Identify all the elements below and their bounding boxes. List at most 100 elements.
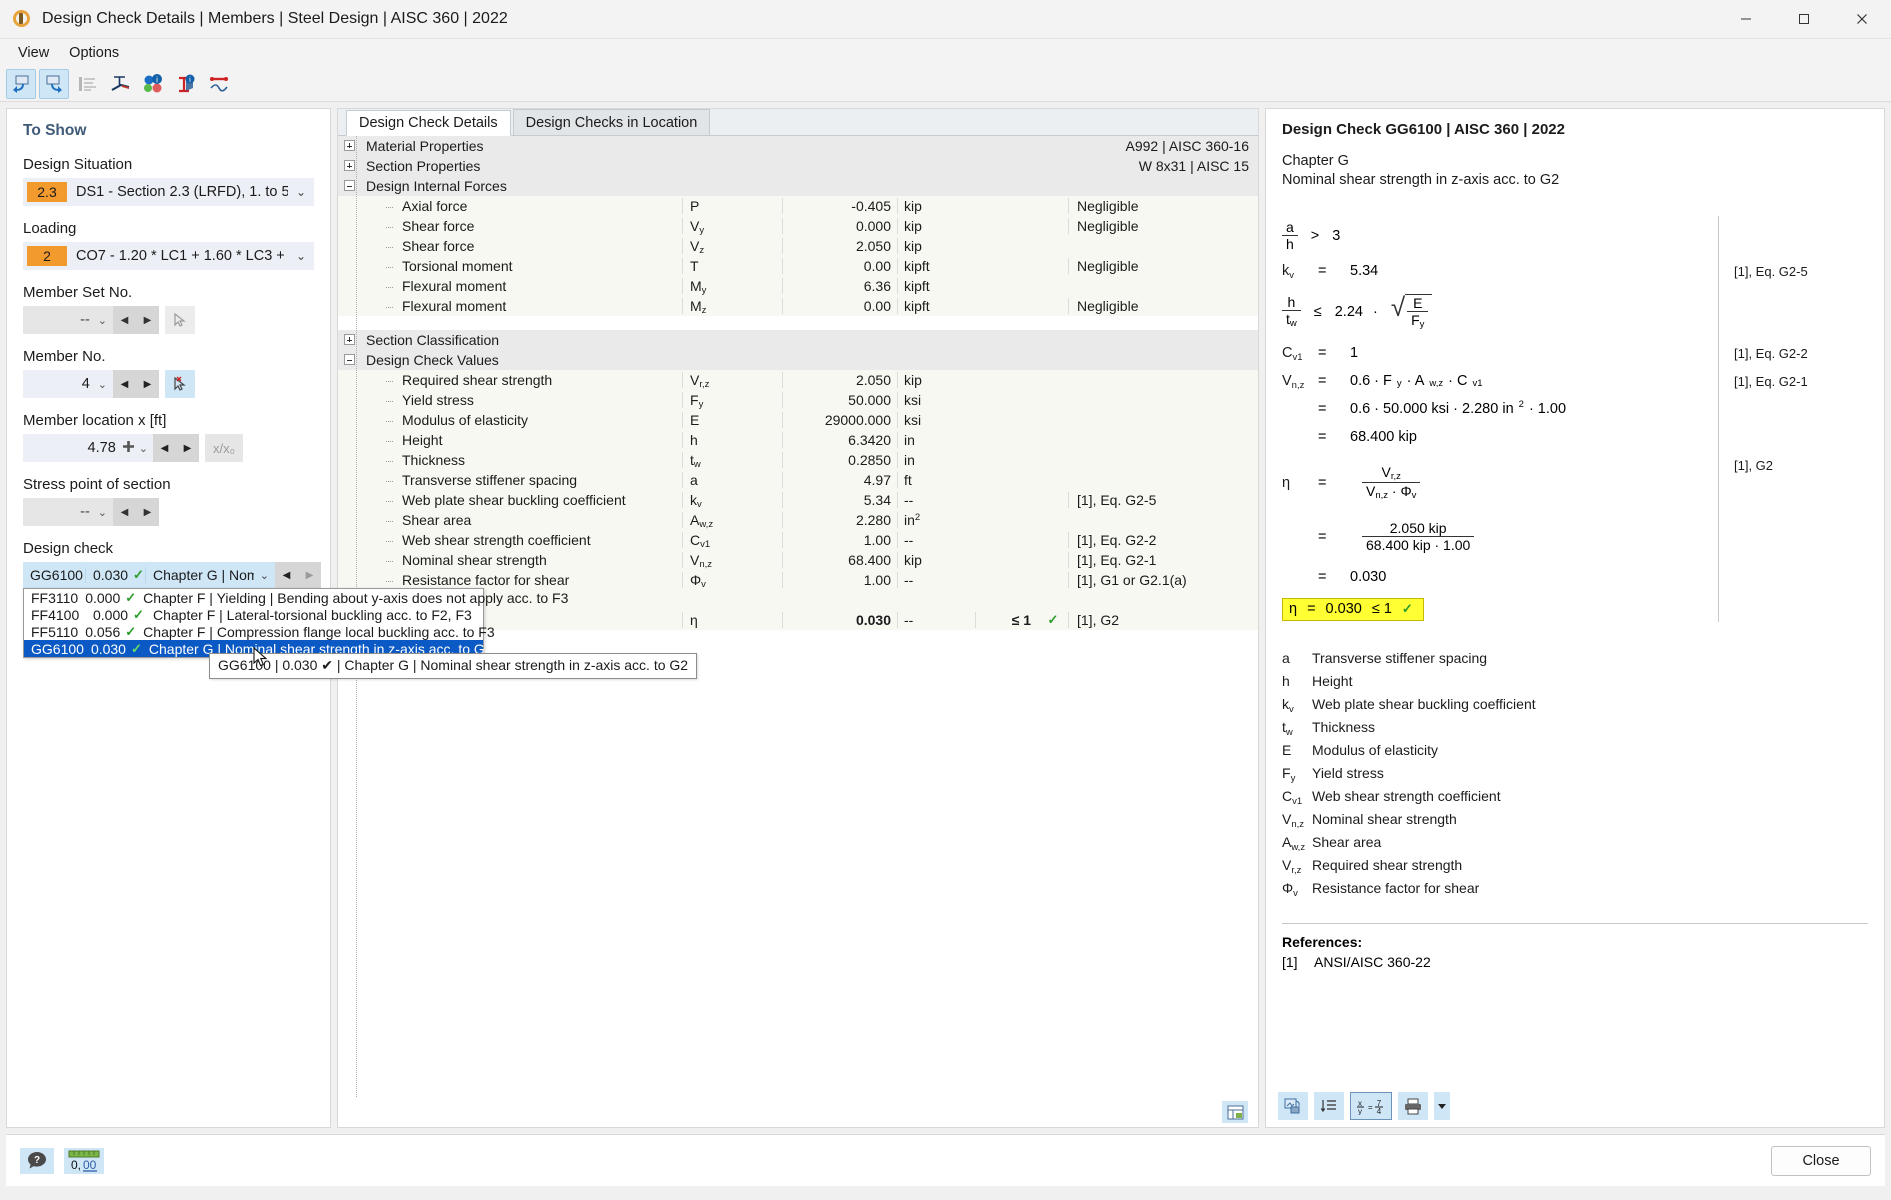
minimize-icon[interactable] <box>1717 0 1775 39</box>
diagram-icon[interactable] <box>204 69 234 99</box>
formula-content: Design Check GG6100 | AISC 360 | 2022 Ch… <box>1266 121 1884 1085</box>
tab-design-check-details[interactable]: Design Check Details <box>346 110 511 136</box>
table-row[interactable]: Shear area Aw,z 2.280 in2 <box>338 510 1258 530</box>
detail-list-icon[interactable] <box>72 69 102 99</box>
close-icon[interactable] <box>1833 0 1891 39</box>
member-set-combo[interactable]: -- ⌄ <box>23 306 113 334</box>
table-row[interactable]: Web shear strength coefficient Cv1 1.00 … <box>338 530 1258 550</box>
design-situation-label: Design Situation <box>23 156 133 173</box>
table-row[interactable]: Thickness tw 0.2850 in <box>338 450 1258 470</box>
member-no-pick-icon[interactable] <box>165 370 195 398</box>
member-no-next-button[interactable]: ▶ <box>136 370 159 398</box>
design-check-combo[interactable]: GG6100 0.030 ✓ Chapter G | Nomi... ⌄ <box>23 562 275 588</box>
member-location-value: 4.78 <box>87 440 116 456</box>
tree-group-row[interactable]: Design Check Values <box>338 350 1258 370</box>
print-dropdown-icon[interactable] <box>1434 1092 1450 1120</box>
member-no-prev-button[interactable]: ◀ <box>113 370 136 398</box>
option-ratio: 0.000 <box>85 589 121 606</box>
row-label: Web plate shear buckling coefficient <box>360 492 682 508</box>
help-icon[interactable]: ? <box>20 1147 54 1174</box>
member-no-label: Member No. <box>23 348 106 365</box>
equals-sign: = <box>1318 475 1327 491</box>
units-icon[interactable]: 0, 00 <box>64 1147 104 1174</box>
next-view-icon[interactable] <box>39 68 69 99</box>
equals-sign: = <box>1318 345 1327 361</box>
list-order-icon[interactable] <box>1314 1092 1344 1120</box>
member-location-next-button[interactable]: ▶ <box>176 434 199 462</box>
maximize-icon[interactable] <box>1775 0 1833 39</box>
formula-values-icon[interactable]: x y = 7 4 <box>1350 1092 1392 1120</box>
operator: ≤ <box>1313 304 1322 320</box>
member-set-next-button[interactable]: ▶ <box>136 306 159 334</box>
design-check-details-window: Design Check Details | Members | Steel D… <box>0 0 1891 1200</box>
table-row[interactable]: Web plate shear buckling coefficient kv … <box>338 490 1258 510</box>
table-row[interactable]: Torsional moment T 0.00 kipft Negligible <box>338 256 1258 276</box>
table-row[interactable]: Nominal shear strength Vn,z 68.400 kip [… <box>338 550 1258 570</box>
table-row[interactable]: Resistance factor for shear Φv 1.00 -- [… <box>338 570 1258 590</box>
tree-group-row[interactable]: Design Internal Forces <box>338 176 1258 196</box>
design-check-prev-button[interactable]: ◀ <box>275 562 298 588</box>
main-body: To Show Design Situation 2.3 DS1 - Secti… <box>0 102 1891 1128</box>
svg-text:?: ? <box>34 1155 40 1166</box>
tree-group-row[interactable]: Section Properties W 8x31 | AISC 15 <box>338 156 1258 176</box>
tree-group-row[interactable]: Section Classification <box>338 330 1258 350</box>
chevron-down-icon[interactable]: ⌄ <box>254 569 275 582</box>
legend-symbol: tw <box>1282 719 1293 738</box>
print-icon[interactable] <box>1398 1092 1428 1120</box>
table-settings-icon[interactable] <box>1222 1101 1248 1123</box>
member-location-ratio-button[interactable]: x/x₀ <box>205 434 243 462</box>
table-row[interactable]: Shear force Vz 2.050 kip <box>338 236 1258 256</box>
chevron-down-icon[interactable]: ⌄ <box>288 249 314 263</box>
previous-view-icon[interactable] <box>6 68 36 99</box>
member-set-pick-icon[interactable] <box>165 306 195 334</box>
svg-text:=: = <box>1368 1103 1373 1112</box>
info-colors-icon[interactable]: i <box>138 69 168 99</box>
stress-point-next-button[interactable]: ▶ <box>136 498 159 526</box>
row-unit: kip <box>897 237 975 254</box>
info-member-icon[interactable]: i <box>171 69 201 99</box>
table-row[interactable]: Required shear strength Vr,z 2.050 kip <box>338 370 1258 390</box>
chevron-down-icon[interactable]: ⌄ <box>288 185 314 199</box>
menu-item-view[interactable]: View <box>8 42 59 64</box>
design-check-next-button[interactable]: ▶ <box>298 562 321 588</box>
cross-section-icon[interactable] <box>105 69 135 99</box>
list-item[interactable]: FF4100 0.000 ✓ Chapter F | Lateral-torsi… <box>24 606 483 623</box>
loading-combo[interactable]: 2 CO7 - 1.20 * LC1 + 1.60 * LC3 + ... ⌄ <box>23 242 314 270</box>
legend-symbol: Cv1 <box>1282 788 1303 807</box>
design-check-selected-ratio-cell: 0.030 ✓ <box>85 567 145 583</box>
member-no-combo[interactable]: 4 ⌄ <box>23 370 113 398</box>
option-ratio-cell: 0.000 ✓ <box>86 607 146 623</box>
row-symbol: Φv <box>682 571 782 590</box>
table-row[interactable]: Flexural moment Mz 0.00 kipft Negligible <box>338 296 1258 316</box>
legend-symbol: Vr,z <box>1282 857 1302 876</box>
list-item[interactable]: FF5110 0.056 ✓ Chapter F | Compression f… <box>24 623 495 640</box>
table-row[interactable]: Transverse stiffener spacing a 4.97 ft <box>338 470 1258 490</box>
row-label: Required shear strength <box>360 372 682 388</box>
design-situation-combo[interactable]: 2.3 DS1 - Section 2.3 (LRFD), 1. to 5. ⌄ <box>23 178 314 206</box>
fraction-h-over-tw: h tw <box>1282 294 1301 330</box>
table-row[interactable]: Flexural moment My 6.36 kipft <box>338 276 1258 296</box>
row-ref: [1], G1 or G2.1(a) <box>1068 571 1258 588</box>
formula-row-eta-highlight: η = 0.030 ≤ 1 ✓ <box>1282 596 1868 622</box>
row-symbol: P <box>682 197 782 214</box>
tree-group-row[interactable]: Material Properties A992 | AISC 360-16 <box>338 136 1258 156</box>
list-item[interactable]: FF3110 0.000 ✓ Chapter F | Yielding | Be… <box>24 589 568 606</box>
close-button[interactable]: Close <box>1771 1145 1871 1176</box>
row-symbol: Vn,z <box>682 551 782 570</box>
member-set-prev-button[interactable]: ◀ <box>113 306 136 334</box>
table-row[interactable]: Yield stress Fy 50.000 ksi <box>338 390 1258 410</box>
row-symbol: E <box>682 411 782 428</box>
stress-point-combo[interactable]: -- ⌄ <box>23 498 113 526</box>
table-row[interactable]: Height h 6.3420 in <box>338 430 1258 450</box>
menu-item-options[interactable]: Options <box>59 42 129 64</box>
legend-text: Web shear strength coefficient <box>1312 788 1501 804</box>
stress-point-prev-button[interactable]: ◀ <box>113 498 136 526</box>
tab-design-checks-in-location[interactable]: Design Checks in Location <box>512 109 711 135</box>
table-row[interactable]: Modulus of elasticity E 29000.000 ksi <box>338 410 1258 430</box>
table-row[interactable]: Shear force Vy 0.000 kip Negligible <box>338 216 1258 236</box>
export-picture-icon[interactable] <box>1278 1092 1308 1120</box>
table-row[interactable]: Axial force P -0.405 kip Negligible <box>338 196 1258 216</box>
member-location-prev-button[interactable]: ◀ <box>153 434 176 462</box>
formula-expression: 0.6 · Fy · Aw,z · Cv1 <box>1350 373 1483 389</box>
member-location-combo[interactable]: 4.78 ⌄ <box>23 434 153 462</box>
